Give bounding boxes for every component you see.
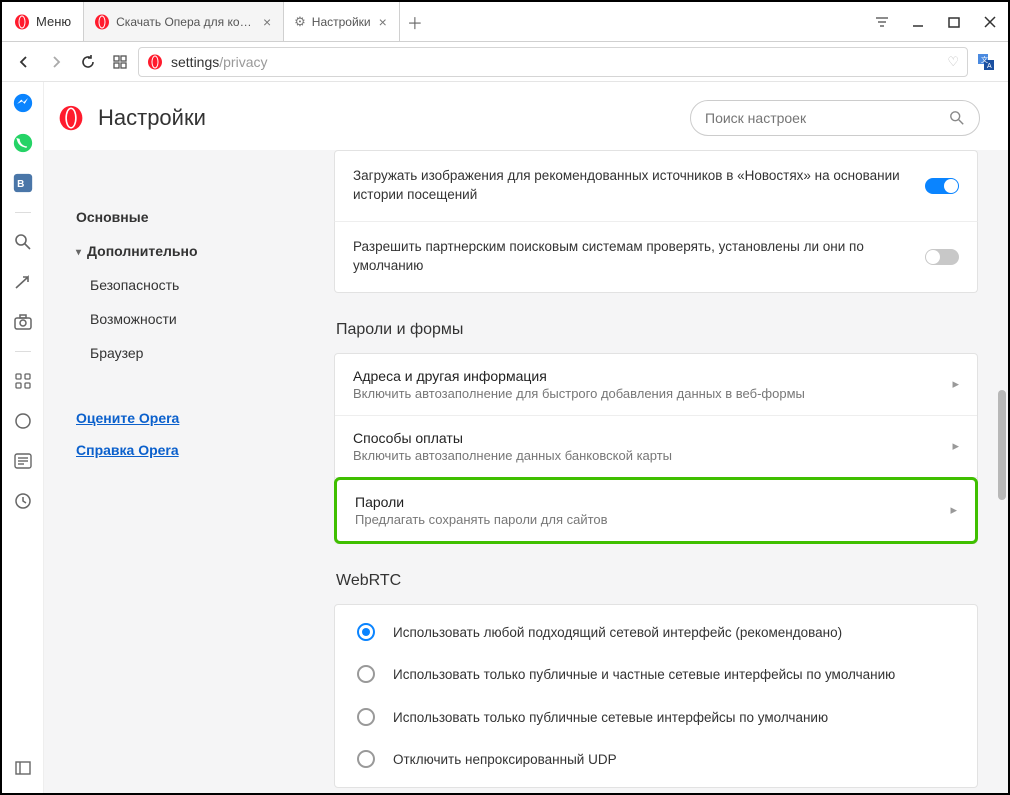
- setting-card: Разрешить партнерским поисковым системам…: [334, 222, 978, 293]
- whatsapp-icon[interactable]: [12, 132, 34, 154]
- tab-title: Настройки: [312, 15, 371, 29]
- nav-features[interactable]: Возможности: [62, 302, 334, 336]
- search-icon[interactable]: [12, 231, 34, 253]
- row-title: Адреса и другая информация: [353, 368, 940, 384]
- url-text: settings/privacy: [171, 54, 267, 70]
- url-input[interactable]: settings/privacy ♡: [138, 47, 968, 77]
- section-passwords: Пароли и формы: [336, 321, 978, 339]
- setting-label: Разрешить партнерским поисковым системам…: [353, 238, 913, 276]
- webrtc-options: Использовать любой подходящий сетевой ин…: [334, 604, 978, 788]
- opera-menu-button[interactable]: Меню: [2, 2, 84, 41]
- gear-icon: ⚙: [294, 14, 306, 30]
- vk-icon[interactable]: B: [12, 172, 34, 194]
- settings-nav: Основные Дополнительно Безопасность Возм…: [44, 150, 334, 793]
- webrtc-option[interactable]: Использовать только публичные и частные …: [353, 653, 959, 696]
- opera-logo-icon: [58, 105, 84, 131]
- toggle-switch[interactable]: [925, 249, 959, 265]
- row-title: Способы оплаты: [353, 430, 940, 446]
- addresses-row[interactable]: Адреса и другая информация Включить авто…: [335, 354, 977, 416]
- radio-label: Использовать любой подходящий сетевой ин…: [393, 623, 842, 642]
- search-icon: [949, 110, 965, 126]
- row-sub: Включить автозаполнение для быстрого доб…: [353, 386, 940, 401]
- passwords-list: Адреса и другая информация Включить авто…: [334, 353, 978, 544]
- settings-search[interactable]: [690, 100, 980, 136]
- news-icon[interactable]: [12, 450, 34, 472]
- expand-sidebar-icon[interactable]: [12, 757, 34, 779]
- close-icon[interactable]: ×: [377, 14, 389, 30]
- reload-button[interactable]: [74, 48, 102, 76]
- speed-dial-icon[interactable]: [12, 370, 34, 392]
- nav-advanced[interactable]: Дополнительно: [62, 234, 334, 268]
- new-tab-button[interactable]: ＋: [400, 2, 430, 41]
- nav-security[interactable]: Безопасность: [62, 268, 334, 302]
- sidebar-icons: B: [2, 82, 44, 793]
- close-window-button[interactable]: [972, 2, 1008, 42]
- opera-icon: [147, 54, 163, 70]
- menu-label: Меню: [36, 14, 71, 29]
- minimize-button[interactable]: [900, 2, 936, 42]
- settings-content: Загружать изображения для рекомендованны…: [334, 150, 1008, 793]
- translate-icon[interactable]: 文A: [972, 48, 1000, 76]
- webrtc-option[interactable]: Использовать любой подходящий сетевой ин…: [353, 611, 959, 654]
- svg-text:B: B: [17, 179, 24, 190]
- back-button[interactable]: [10, 48, 38, 76]
- tab-title: Скачать Опера для компь: [116, 15, 255, 29]
- webrtc-option[interactable]: Отключить непроксированный UDP: [353, 738, 959, 781]
- nav-browser[interactable]: Браузер: [62, 336, 334, 370]
- heart-icon[interactable]: ♡: [947, 54, 959, 70]
- radio-label: Отключить непроксированный UDP: [393, 750, 617, 769]
- chevron-right-icon: ▸: [952, 438, 959, 454]
- bookmarks-icon[interactable]: [12, 410, 34, 432]
- maximize-button[interactable]: [936, 2, 972, 42]
- row-sub: Включить автозаполнение данных банковско…: [353, 448, 940, 463]
- webrtc-option[interactable]: Использовать только публичные сетевые ин…: [353, 696, 959, 739]
- radio-label: Использовать только публичные и частные …: [393, 665, 895, 684]
- history-icon[interactable]: [12, 490, 34, 512]
- chevron-right-icon: ▸: [950, 502, 957, 518]
- forward-button[interactable]: [42, 48, 70, 76]
- setting-label: Загружать изображения для рекомендованны…: [353, 167, 913, 205]
- address-bar: settings/privacy ♡ 文A: [2, 42, 1008, 82]
- easy-setup-icon[interactable]: [864, 2, 900, 42]
- payment-row[interactable]: Способы оплаты Включить автозаполнение д…: [335, 416, 977, 478]
- toggle-switch[interactable]: [925, 178, 959, 194]
- flow-icon[interactable]: [12, 271, 34, 293]
- snapshot-icon[interactable]: [12, 311, 34, 333]
- radio-button[interactable]: [357, 750, 375, 768]
- speed-dial-button[interactable]: [106, 48, 134, 76]
- settings-header: Настройки: [44, 82, 1008, 150]
- chevron-right-icon: ▸: [952, 376, 959, 392]
- radio-button[interactable]: [357, 708, 375, 726]
- row-title: Пароли: [355, 494, 938, 510]
- row-sub: Предлагать сохранять пароли для сайтов: [355, 512, 938, 527]
- close-icon[interactable]: ×: [261, 14, 273, 30]
- search-input[interactable]: [705, 110, 949, 126]
- svg-text:A: A: [987, 63, 992, 70]
- rate-opera-link[interactable]: Оцените Opera: [62, 402, 334, 434]
- setting-card: Загружать изображения для рекомендованны…: [334, 150, 978, 222]
- radio-label: Использовать только публичные сетевые ин…: [393, 708, 828, 727]
- opera-icon: [94, 14, 110, 30]
- section-webrtc: WebRTC: [336, 572, 978, 590]
- passwords-row[interactable]: Пароли Предлагать сохранять пароли для с…: [334, 477, 978, 544]
- messenger-icon[interactable]: [12, 92, 34, 114]
- help-opera-link[interactable]: Справка Opera: [62, 434, 334, 466]
- page-title: Настройки: [98, 105, 676, 131]
- opera-icon: [14, 14, 30, 30]
- scrollbar[interactable]: [998, 390, 1006, 500]
- browser-tab[interactable]: Скачать Опера для компь ×: [84, 2, 284, 41]
- radio-button[interactable]: [357, 665, 375, 683]
- radio-button[interactable]: [357, 623, 375, 641]
- nav-basic[interactable]: Основные: [62, 200, 334, 234]
- browser-tab[interactable]: ⚙ Настройки ×: [284, 2, 400, 41]
- title-bar: Меню Скачать Опера для компь × ⚙ Настрой…: [2, 2, 1008, 42]
